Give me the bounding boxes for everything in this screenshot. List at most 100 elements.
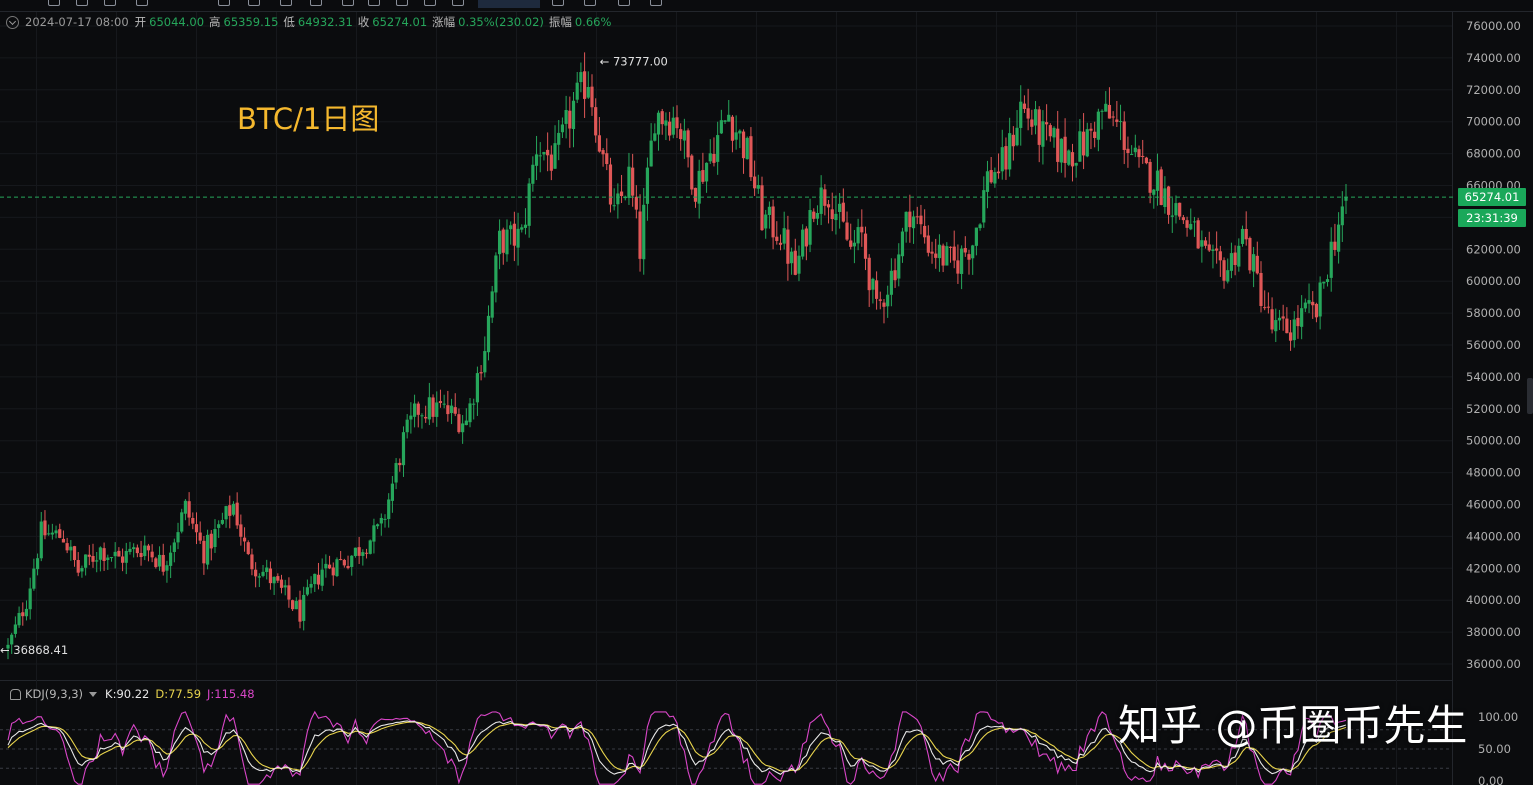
candle-body xyxy=(786,229,790,264)
candle-body xyxy=(919,215,923,225)
candle-body xyxy=(1314,303,1319,318)
alert-bell-icon[interactable] xyxy=(10,688,21,700)
candle-body xyxy=(571,100,576,130)
candle-body xyxy=(749,136,753,178)
candle-body xyxy=(948,246,953,248)
candle-body xyxy=(102,548,106,561)
candle-body xyxy=(357,547,361,556)
candlestick-chart[interactable]: 76000.00 74000.00 72000.00 70000.00 68000.00… xyxy=(0,0,1533,785)
candle-body xyxy=(320,569,324,586)
candle-body xyxy=(24,608,29,617)
candle-body xyxy=(1263,307,1267,309)
candle-body xyxy=(1303,302,1307,309)
candle-body xyxy=(1259,272,1263,307)
candle-body xyxy=(379,517,383,524)
candle-body xyxy=(849,240,853,247)
candle-body xyxy=(1211,249,1215,251)
candle-body xyxy=(930,251,934,254)
candle-body xyxy=(438,401,443,404)
candle-body xyxy=(634,196,638,210)
candle-body xyxy=(619,191,624,197)
candle-body xyxy=(124,550,128,563)
candle-body xyxy=(1215,248,1219,251)
candle-body xyxy=(424,416,428,419)
axis-scroll-handle[interactable] xyxy=(1527,378,1533,414)
candle-body xyxy=(579,72,583,83)
candle-body xyxy=(1037,109,1041,145)
candle-body xyxy=(106,557,110,561)
candle-body xyxy=(1081,131,1086,156)
candle-body xyxy=(797,255,801,274)
candle-body xyxy=(660,111,664,125)
candle-body xyxy=(95,560,99,562)
candle-body xyxy=(534,154,539,166)
candle-body xyxy=(1089,128,1093,131)
candle-body xyxy=(84,554,88,568)
candle-body xyxy=(143,545,147,557)
candle-body xyxy=(109,557,114,559)
candle-body xyxy=(1277,317,1282,321)
candle-body xyxy=(616,193,620,205)
candle-body xyxy=(1203,240,1208,246)
candle-body xyxy=(1178,202,1182,217)
candle-body xyxy=(501,229,505,253)
candle-body xyxy=(775,236,779,241)
candle-body xyxy=(734,132,738,140)
candle-body xyxy=(1011,134,1015,147)
candle-body xyxy=(316,574,321,585)
candle-body xyxy=(287,585,291,600)
candle-body xyxy=(1045,122,1049,125)
candle-body xyxy=(239,524,243,537)
candle-body xyxy=(1056,128,1060,162)
price-tick-label: 42000.00 xyxy=(1466,561,1521,575)
candle-body xyxy=(838,203,842,213)
candle-body xyxy=(98,547,103,560)
candle-body xyxy=(908,211,912,228)
candle-body xyxy=(220,519,224,524)
candle-body xyxy=(1059,138,1063,163)
candle-body xyxy=(272,576,276,584)
candle-body xyxy=(1015,127,1019,146)
candle-body xyxy=(582,71,587,99)
candle-body xyxy=(923,225,927,238)
candle-body xyxy=(649,140,653,167)
candle-body xyxy=(1340,206,1344,226)
price-tick-label: 36000.00 xyxy=(1466,657,1521,671)
candle-body xyxy=(819,187,823,214)
candle-body xyxy=(420,415,424,417)
candle-body xyxy=(575,82,579,100)
candle-body xyxy=(479,372,483,374)
candle-body xyxy=(1196,220,1200,249)
candle-body xyxy=(509,225,513,230)
price-tick-label: 76000.00 xyxy=(1466,19,1521,33)
candle-body xyxy=(1019,101,1023,128)
candle-body xyxy=(568,110,572,129)
low-value: 64932.31 xyxy=(297,15,353,29)
candle-body xyxy=(631,167,635,196)
candle-body xyxy=(113,551,117,557)
candle-body xyxy=(65,543,69,551)
candle-body xyxy=(904,211,908,232)
candle-body xyxy=(475,373,480,403)
candle-body xyxy=(546,149,550,156)
candle-body xyxy=(339,559,343,561)
candle-body xyxy=(893,270,897,281)
candle-body xyxy=(1333,241,1337,250)
candle-body xyxy=(327,564,332,569)
candle-body xyxy=(1311,301,1315,306)
candle-body xyxy=(242,537,247,542)
collapse-toggle-icon[interactable] xyxy=(6,15,19,29)
candle-body xyxy=(187,501,191,518)
candle-body xyxy=(1104,103,1108,112)
candle-body xyxy=(1307,300,1311,304)
candle-body xyxy=(605,153,609,165)
candle-body xyxy=(704,162,709,182)
candle-body xyxy=(139,552,143,558)
chevron-down-icon[interactable] xyxy=(89,691,98,697)
candle-body xyxy=(228,505,232,516)
candle-body xyxy=(753,176,757,189)
candle-body xyxy=(442,403,446,405)
candle-body xyxy=(941,245,945,266)
candle-body xyxy=(54,530,58,534)
candle-body xyxy=(512,223,516,246)
